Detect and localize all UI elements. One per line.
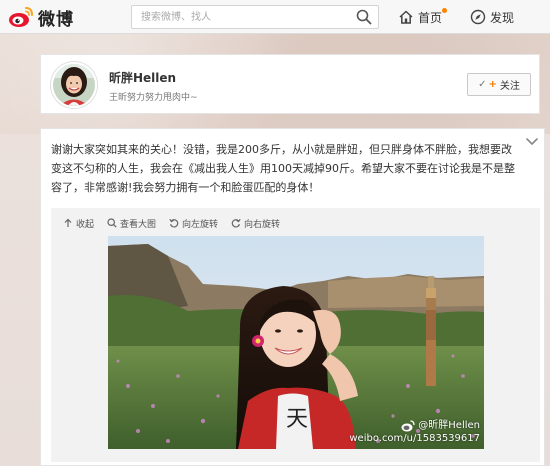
photo-image: 天 [108, 236, 484, 449]
media-panel: 收起 查看大图 向左旋转 向右旋转 天 @昕胖Hellen weibo.com/… [51, 208, 540, 462]
check-icon: ✓ [478, 79, 487, 90]
profile-name[interactable]: 昕胖Hellen [109, 69, 176, 86]
profile-bio: 王昕努力努力甩肉中~ [109, 93, 198, 103]
notification-dot [442, 8, 447, 13]
nav-home[interactable]: 首页 [398, 8, 447, 26]
logo-text: 微博 [38, 9, 74, 30]
collapse-label: 收起 [76, 219, 95, 230]
rotate-left-label: 向左旋转 [182, 219, 219, 230]
search-input[interactable] [132, 6, 347, 28]
watermark-handle: @昕胖Hellen [418, 420, 480, 431]
nav-discover[interactable]: 发现 [470, 8, 514, 26]
svg-text:天: 天 [286, 407, 308, 432]
compass-icon [470, 9, 486, 25]
collapse-icon [64, 218, 72, 227]
chevron-down-icon[interactable] [526, 137, 538, 147]
weibo-logo[interactable]: 微博 [8, 4, 74, 30]
follow-button[interactable]: ✓ + 关注 [467, 73, 531, 96]
follow-button-label: 关注 [499, 81, 520, 92]
nav-discover-label: 发现 [490, 10, 515, 25]
weibo-watermark-icon [401, 419, 415, 431]
avatar-image [53, 64, 95, 106]
plus-icon: + [488, 79, 497, 90]
rotate-right-icon [231, 218, 241, 228]
rotate-left-icon [169, 218, 179, 228]
rotate-right-button[interactable]: 向右旋转 [231, 217, 280, 230]
rotate-left-button[interactable]: 向左旋转 [169, 217, 218, 230]
profile-card: 昕胖Hellen 王昕努力努力甩肉中~ ✓ + 关注 [40, 54, 540, 114]
view-large-label: 查看大图 [120, 219, 157, 230]
media-toolbar: 收起 查看大图 向左旋转 向右旋转 [51, 208, 540, 238]
zoom-icon [107, 218, 117, 228]
photo-watermark: @昕胖Hellen weibo.com/u/1583539617 [349, 419, 480, 445]
search-icon[interactable] [356, 9, 372, 25]
post-text: 谢谢大家突如其来的关心！没错，我是200多斤，从小就是胖妞，但只胖身体不胖脸，我… [51, 143, 515, 194]
home-icon [399, 10, 413, 24]
watermark-url: weibo.com/u/1583539617 [349, 433, 480, 444]
nav-home-label: 首页 [418, 10, 443, 25]
rotate-right-label: 向右旋转 [244, 219, 281, 230]
collapse-button[interactable]: 收起 [63, 217, 94, 230]
search-box [131, 5, 379, 29]
post-card: 谢谢大家突如其来的关心！没错，我是200多斤，从小就是胖妞，但只胖身体不胖脸，我… [40, 128, 545, 466]
view-large-button[interactable]: 查看大图 [107, 217, 156, 230]
avatar[interactable] [51, 62, 97, 108]
post-photo[interactable]: 天 @昕胖Hellen weibo.com/u/1583539617 [108, 236, 484, 449]
weibo-logo-icon [9, 7, 33, 27]
top-nav-bar: 微博 首页 发现 [0, 0, 550, 34]
